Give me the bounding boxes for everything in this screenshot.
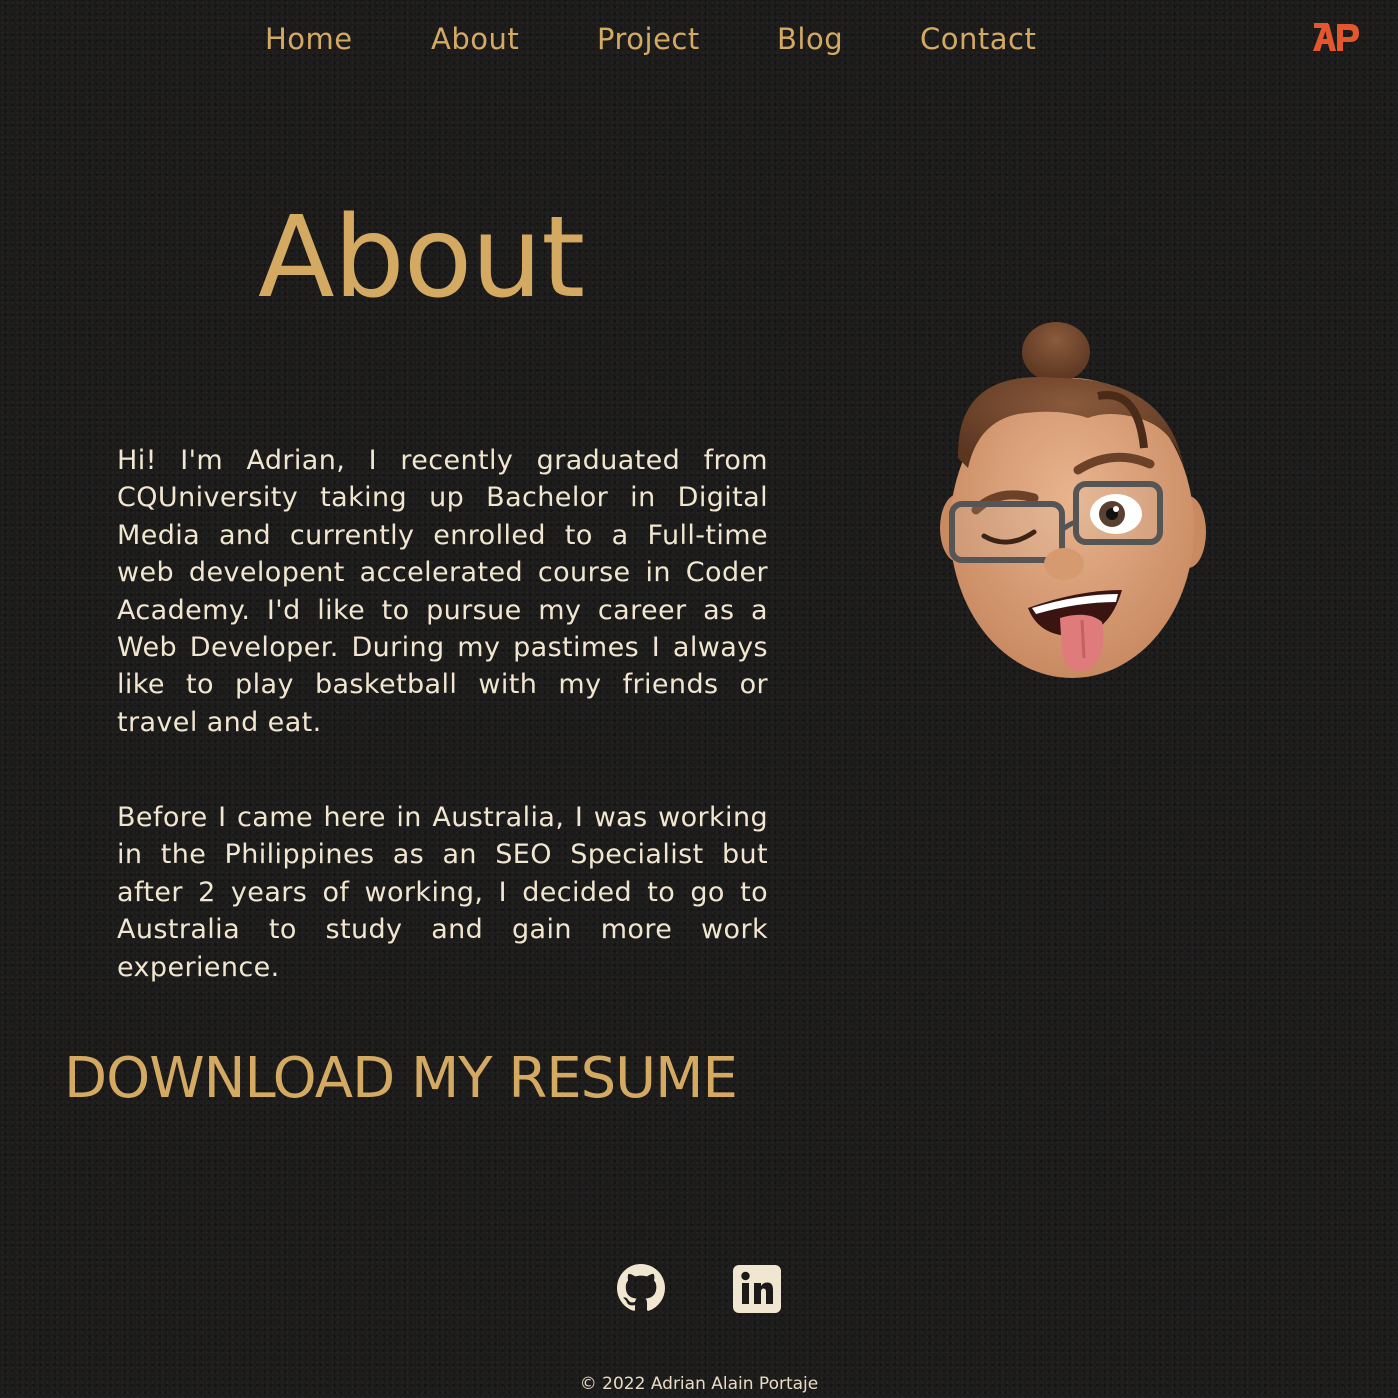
- nav-project-link[interactable]: Project: [597, 22, 700, 56]
- main-nav: Home About Project Blog Contact: [0, 22, 1398, 66]
- bio-paragraph-intro: Hi! I'm Adrian, I recently graduated fro…: [117, 445, 768, 738]
- github-link[interactable]: [617, 1264, 665, 1312]
- download-resume-link[interactable]: DOWNLOAD MY RESUME: [64, 1046, 738, 1111]
- ap-logo[interactable]: [1312, 20, 1362, 54]
- page-title: About: [258, 193, 585, 323]
- nav-about-link[interactable]: About: [431, 22, 519, 56]
- footer-copyright: © 2022 Adrian Alain Portaje: [579, 1374, 819, 1394]
- memoji-avatar: [938, 318, 1210, 680]
- nav-blog-link[interactable]: Blog: [777, 22, 843, 56]
- linkedin-link[interactable]: [733, 1264, 781, 1314]
- github-icon: [617, 1264, 665, 1311]
- bio-paragraph-background: Before I came here in Australia, I was w…: [117, 802, 768, 983]
- ap-logo-mark: [1313, 23, 1359, 51]
- nav-home-link[interactable]: Home: [265, 22, 353, 56]
- nav-contact-link[interactable]: Contact: [920, 22, 1036, 56]
- linkedin-icon: [733, 1265, 781, 1313]
